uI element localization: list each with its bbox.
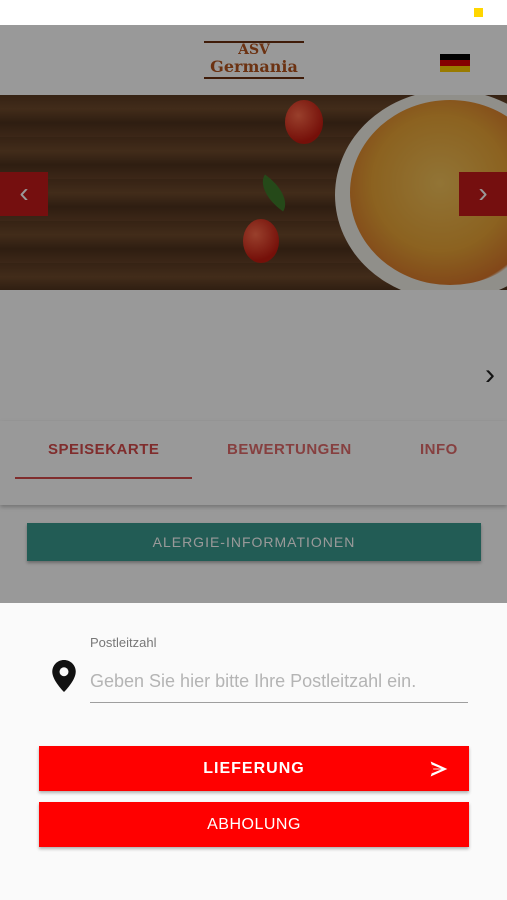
delivery-button[interactable]: LIEFERUNG	[39, 746, 469, 791]
pickup-button[interactable]: ABHOLUNG	[39, 802, 469, 847]
send-icon	[430, 761, 448, 777]
status-indicator-icon	[474, 8, 483, 17]
status-bar	[0, 0, 507, 25]
zip-label: Postleitzahl	[90, 635, 157, 650]
delivery-button-label: LIEFERUNG	[203, 760, 305, 777]
order-type-sheet: Postleitzahl LIEFERUNG ABHOLUNG	[0, 603, 507, 900]
map-pin-icon	[52, 660, 76, 692]
modal-backdrop[interactable]	[0, 25, 507, 603]
zip-input[interactable]	[90, 661, 468, 703]
